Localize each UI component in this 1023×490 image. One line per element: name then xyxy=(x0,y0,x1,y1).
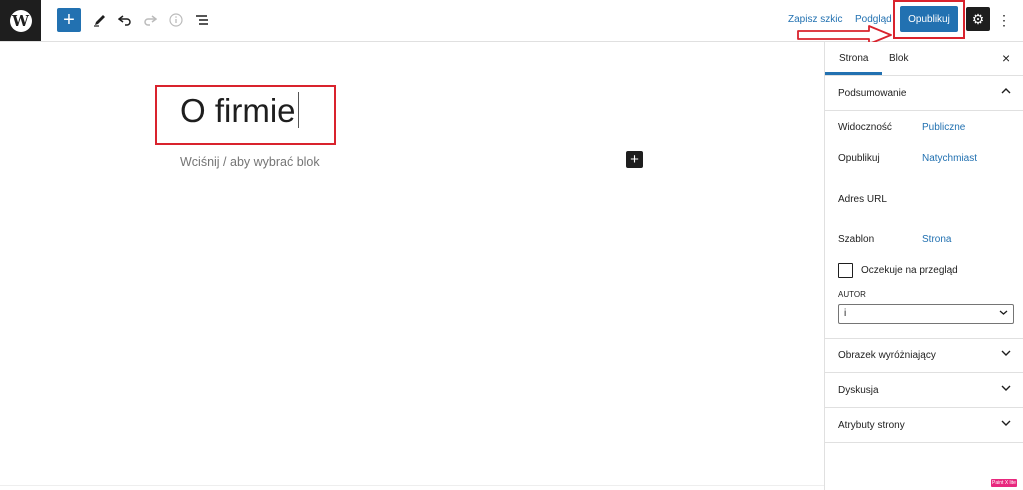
chevron-down-icon xyxy=(1001,383,1011,395)
undo-icon xyxy=(118,15,131,26)
author-select[interactable]: i xyxy=(838,304,1014,324)
details-button[interactable] xyxy=(164,8,188,32)
highlight-publish-box xyxy=(893,0,965,39)
redo-button[interactable] xyxy=(138,8,162,32)
author-label: AUTOR xyxy=(838,290,866,299)
text-caret xyxy=(297,92,299,128)
list-view-icon xyxy=(196,15,208,25)
wordpress-logo[interactable]: W xyxy=(0,0,41,41)
block-inserter-button[interactable]: + xyxy=(626,151,643,168)
tools-button[interactable] xyxy=(88,8,112,32)
url-label: Adres URL xyxy=(838,194,887,205)
visibility-label: Widoczność xyxy=(838,122,892,133)
tab-page[interactable]: Strona xyxy=(839,53,868,64)
chevron-up-icon xyxy=(1001,86,1011,98)
chevron-down-icon xyxy=(999,308,1008,318)
chevron-down-icon xyxy=(1001,418,1011,430)
preview-button[interactable]: Podgląd xyxy=(855,14,892,25)
pencil-icon xyxy=(94,15,105,27)
pending-review-label: Oczekuje na przegląd xyxy=(861,265,958,276)
summary-panel-toggle[interactable]: Podsumowanie xyxy=(825,76,1023,111)
page-attributes-panel-toggle[interactable]: Atrybuty strony xyxy=(825,408,1023,443)
wordpress-icon: W xyxy=(9,9,32,32)
pending-review-checkbox[interactable] xyxy=(838,263,853,278)
author-value: i xyxy=(844,308,847,319)
undo-button[interactable] xyxy=(113,8,137,32)
summary-heading: Podsumowanie xyxy=(838,88,907,99)
sidebar-tabs: Strona Blok × xyxy=(825,42,1023,76)
more-vertical-icon: ⋮ xyxy=(997,11,1011,28)
save-draft-button[interactable]: Zapisz szkic xyxy=(788,14,842,25)
featured-image-heading: Obrazek wyróżniający xyxy=(838,350,936,361)
options-button[interactable]: ⋮ xyxy=(997,8,1011,32)
chevron-down-icon xyxy=(1001,348,1011,360)
redo-icon xyxy=(144,15,157,26)
watermark-badge: Paint X lite xyxy=(991,479,1017,487)
page-title-input[interactable]: O firmie xyxy=(180,92,299,130)
page-title-text: O firmie xyxy=(180,92,296,129)
tab-block[interactable]: Blok xyxy=(889,53,908,64)
list-view-button[interactable] xyxy=(190,8,214,32)
template-label: Szablon xyxy=(838,234,875,245)
settings-sidebar: Strona Blok × Podsumowanie Widoczność Pu… xyxy=(824,42,1023,490)
block-placeholder[interactable]: Wciśnij / aby wybrać blok xyxy=(180,155,320,169)
gear-icon: ⚙ xyxy=(971,10,985,27)
settings-button[interactable]: ⚙ xyxy=(966,7,990,31)
discussion-panel-toggle[interactable]: Dyskusja xyxy=(825,373,1023,408)
plus-icon: + xyxy=(63,9,75,31)
info-icon xyxy=(169,13,183,27)
publish-date-label: Opublikuj xyxy=(838,153,880,164)
page-attributes-heading: Atrybuty strony xyxy=(838,420,905,431)
close-icon[interactable]: × xyxy=(1002,50,1010,66)
canvas-bottom-edge xyxy=(0,485,824,486)
publish-date-value[interactable]: Natychmiast xyxy=(922,153,977,164)
active-tab-indicator xyxy=(825,72,882,75)
template-value[interactable]: Strona xyxy=(922,234,951,245)
discussion-heading: Dyskusja xyxy=(838,385,879,396)
featured-image-panel-toggle[interactable]: Obrazek wyróżniający xyxy=(825,338,1023,373)
add-block-button[interactable]: + xyxy=(57,8,81,32)
visibility-value[interactable]: Publiczne xyxy=(922,122,965,133)
